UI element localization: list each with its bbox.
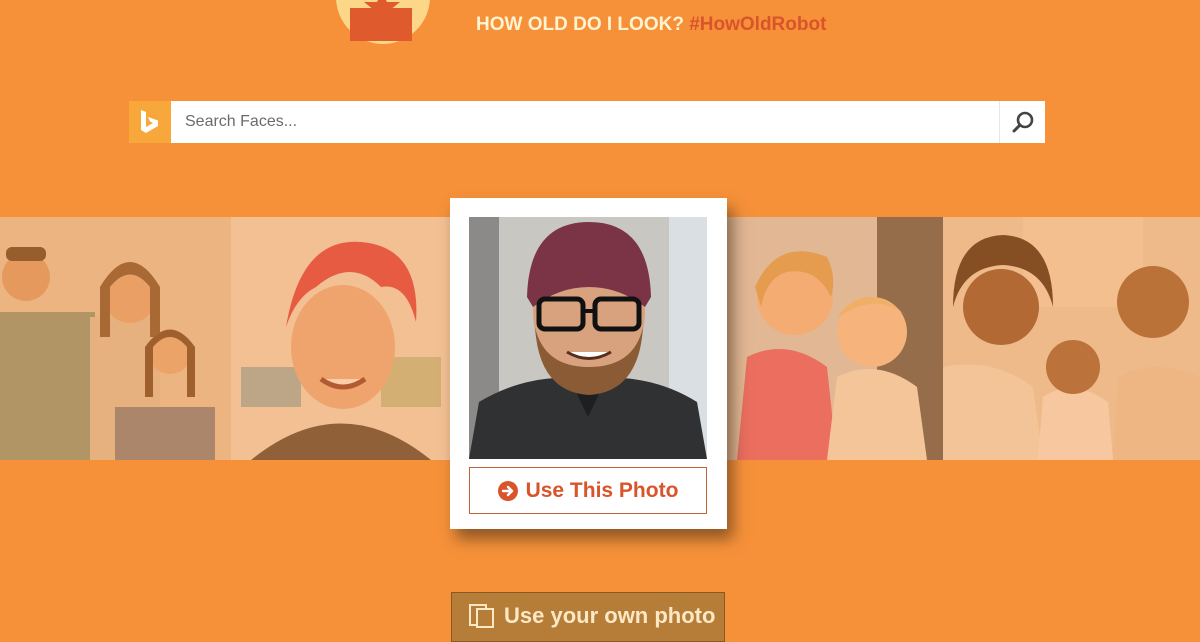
tagline-question: HOW OLD DO I LOOK? [476, 14, 684, 35]
bing-glyph [141, 110, 158, 133]
tagline: HOW OLD DO I LOOK? #HowOldRobot [476, 14, 826, 36]
header: How-Old.net HOW OLD DO I LOOK? #HowOldRo… [0, 0, 1200, 60]
featured-photo-card: Use This Photo [450, 198, 727, 529]
gallery-photo-couple-with-baby[interactable] [943, 217, 1200, 460]
use-this-photo-button[interactable]: Use This Photo [469, 467, 707, 514]
logo-base-shape [350, 8, 412, 41]
gallery-photo-woman-pink-hair[interactable] [231, 217, 450, 460]
use-your-own-photo-button[interactable]: Use your own photo [451, 592, 725, 642]
bing-logo-icon[interactable] [129, 101, 171, 143]
search-bar [129, 101, 1045, 143]
search-button[interactable] [999, 101, 1045, 143]
use-this-photo-label: Use This Photo [525, 478, 679, 502]
featured-photo[interactable] [469, 217, 707, 459]
tagline-hashtag[interactable]: #HowOldRobot [689, 14, 826, 35]
photo-overlay [231, 217, 450, 460]
man-with-beanie-photo-image [469, 217, 707, 459]
gallery-photo-family[interactable] [0, 217, 231, 460]
search-input[interactable] [171, 101, 997, 143]
photo-overlay [0, 217, 231, 460]
photos-icon [469, 604, 494, 628]
gallery-photo-girl-and-baby[interactable] [727, 217, 943, 460]
photo-overlay [727, 217, 943, 460]
arrow-circle-right-icon [497, 480, 518, 501]
use-your-own-photo-label: Use your own photo [504, 603, 716, 628]
photo-overlay [943, 217, 1200, 460]
app-title: How-Old.net [476, 0, 820, 8]
search-icon [1012, 111, 1034, 133]
